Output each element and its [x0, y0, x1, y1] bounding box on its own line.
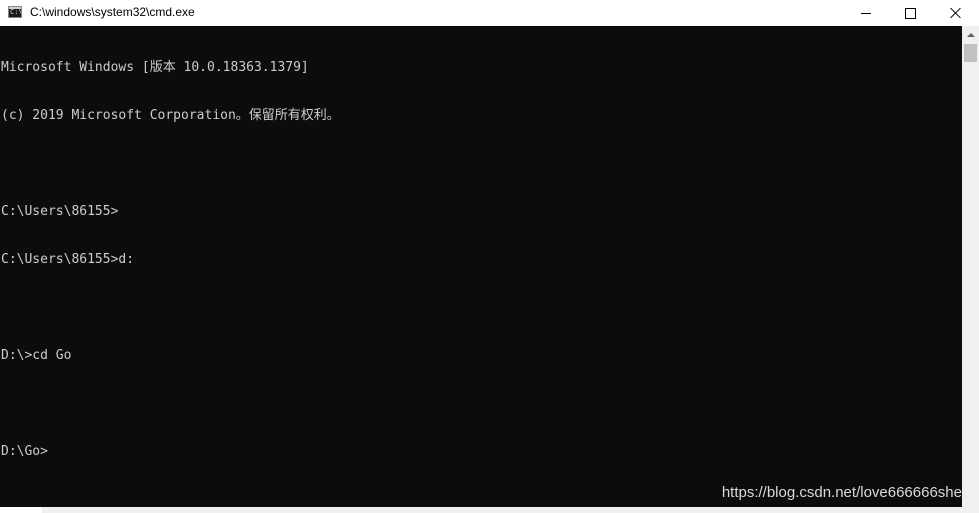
console-text-area[interactable]: Microsoft Windows [版本 10.0.18363.1379] (…	[0, 26, 962, 492]
cmd-icon[interactable]: C:\	[8, 6, 22, 18]
close-button[interactable]	[933, 0, 979, 26]
console-line: C:\Users\86155>d:	[1, 252, 135, 267]
window-bottom-edge	[0, 507, 979, 513]
scroll-up-button[interactable]	[962, 26, 979, 43]
scroll-thumb[interactable]	[964, 44, 977, 62]
chevron-up-icon	[966, 32, 975, 37]
maximize-icon	[904, 7, 916, 19]
cmd-window: C:\ C:\windows\system32\cmd.exe Microsof…	[0, 0, 979, 513]
watermark-text: https://blog.csdn.net/love666666she	[721, 484, 962, 501]
console-output[interactable]: Microsoft Windows [版本 10.0.18363.1379] (…	[0, 26, 962, 507]
title-bar[interactable]: C:\ C:\windows\system32\cmd.exe	[0, 0, 979, 26]
console-prompt-line: D:\Go>	[1, 444, 48, 459]
console-line: Microsoft Windows [版本 10.0.18363.1379]	[1, 60, 309, 75]
window-title: C:\windows\system32\cmd.exe	[30, 5, 195, 19]
minimize-icon	[861, 12, 871, 14]
minimize-button[interactable]	[843, 0, 889, 26]
window-bottom-edge-left	[0, 507, 42, 513]
console-line: (c) 2019 Microsoft Corporation。保留所有权利。	[1, 108, 340, 123]
console-line: C:\Users\86155>	[1, 204, 119, 219]
vertical-scrollbar[interactable]	[962, 26, 979, 507]
maximize-button[interactable]	[887, 0, 933, 26]
close-icon	[950, 7, 962, 19]
console-line: D:\>cd Go	[1, 348, 72, 363]
